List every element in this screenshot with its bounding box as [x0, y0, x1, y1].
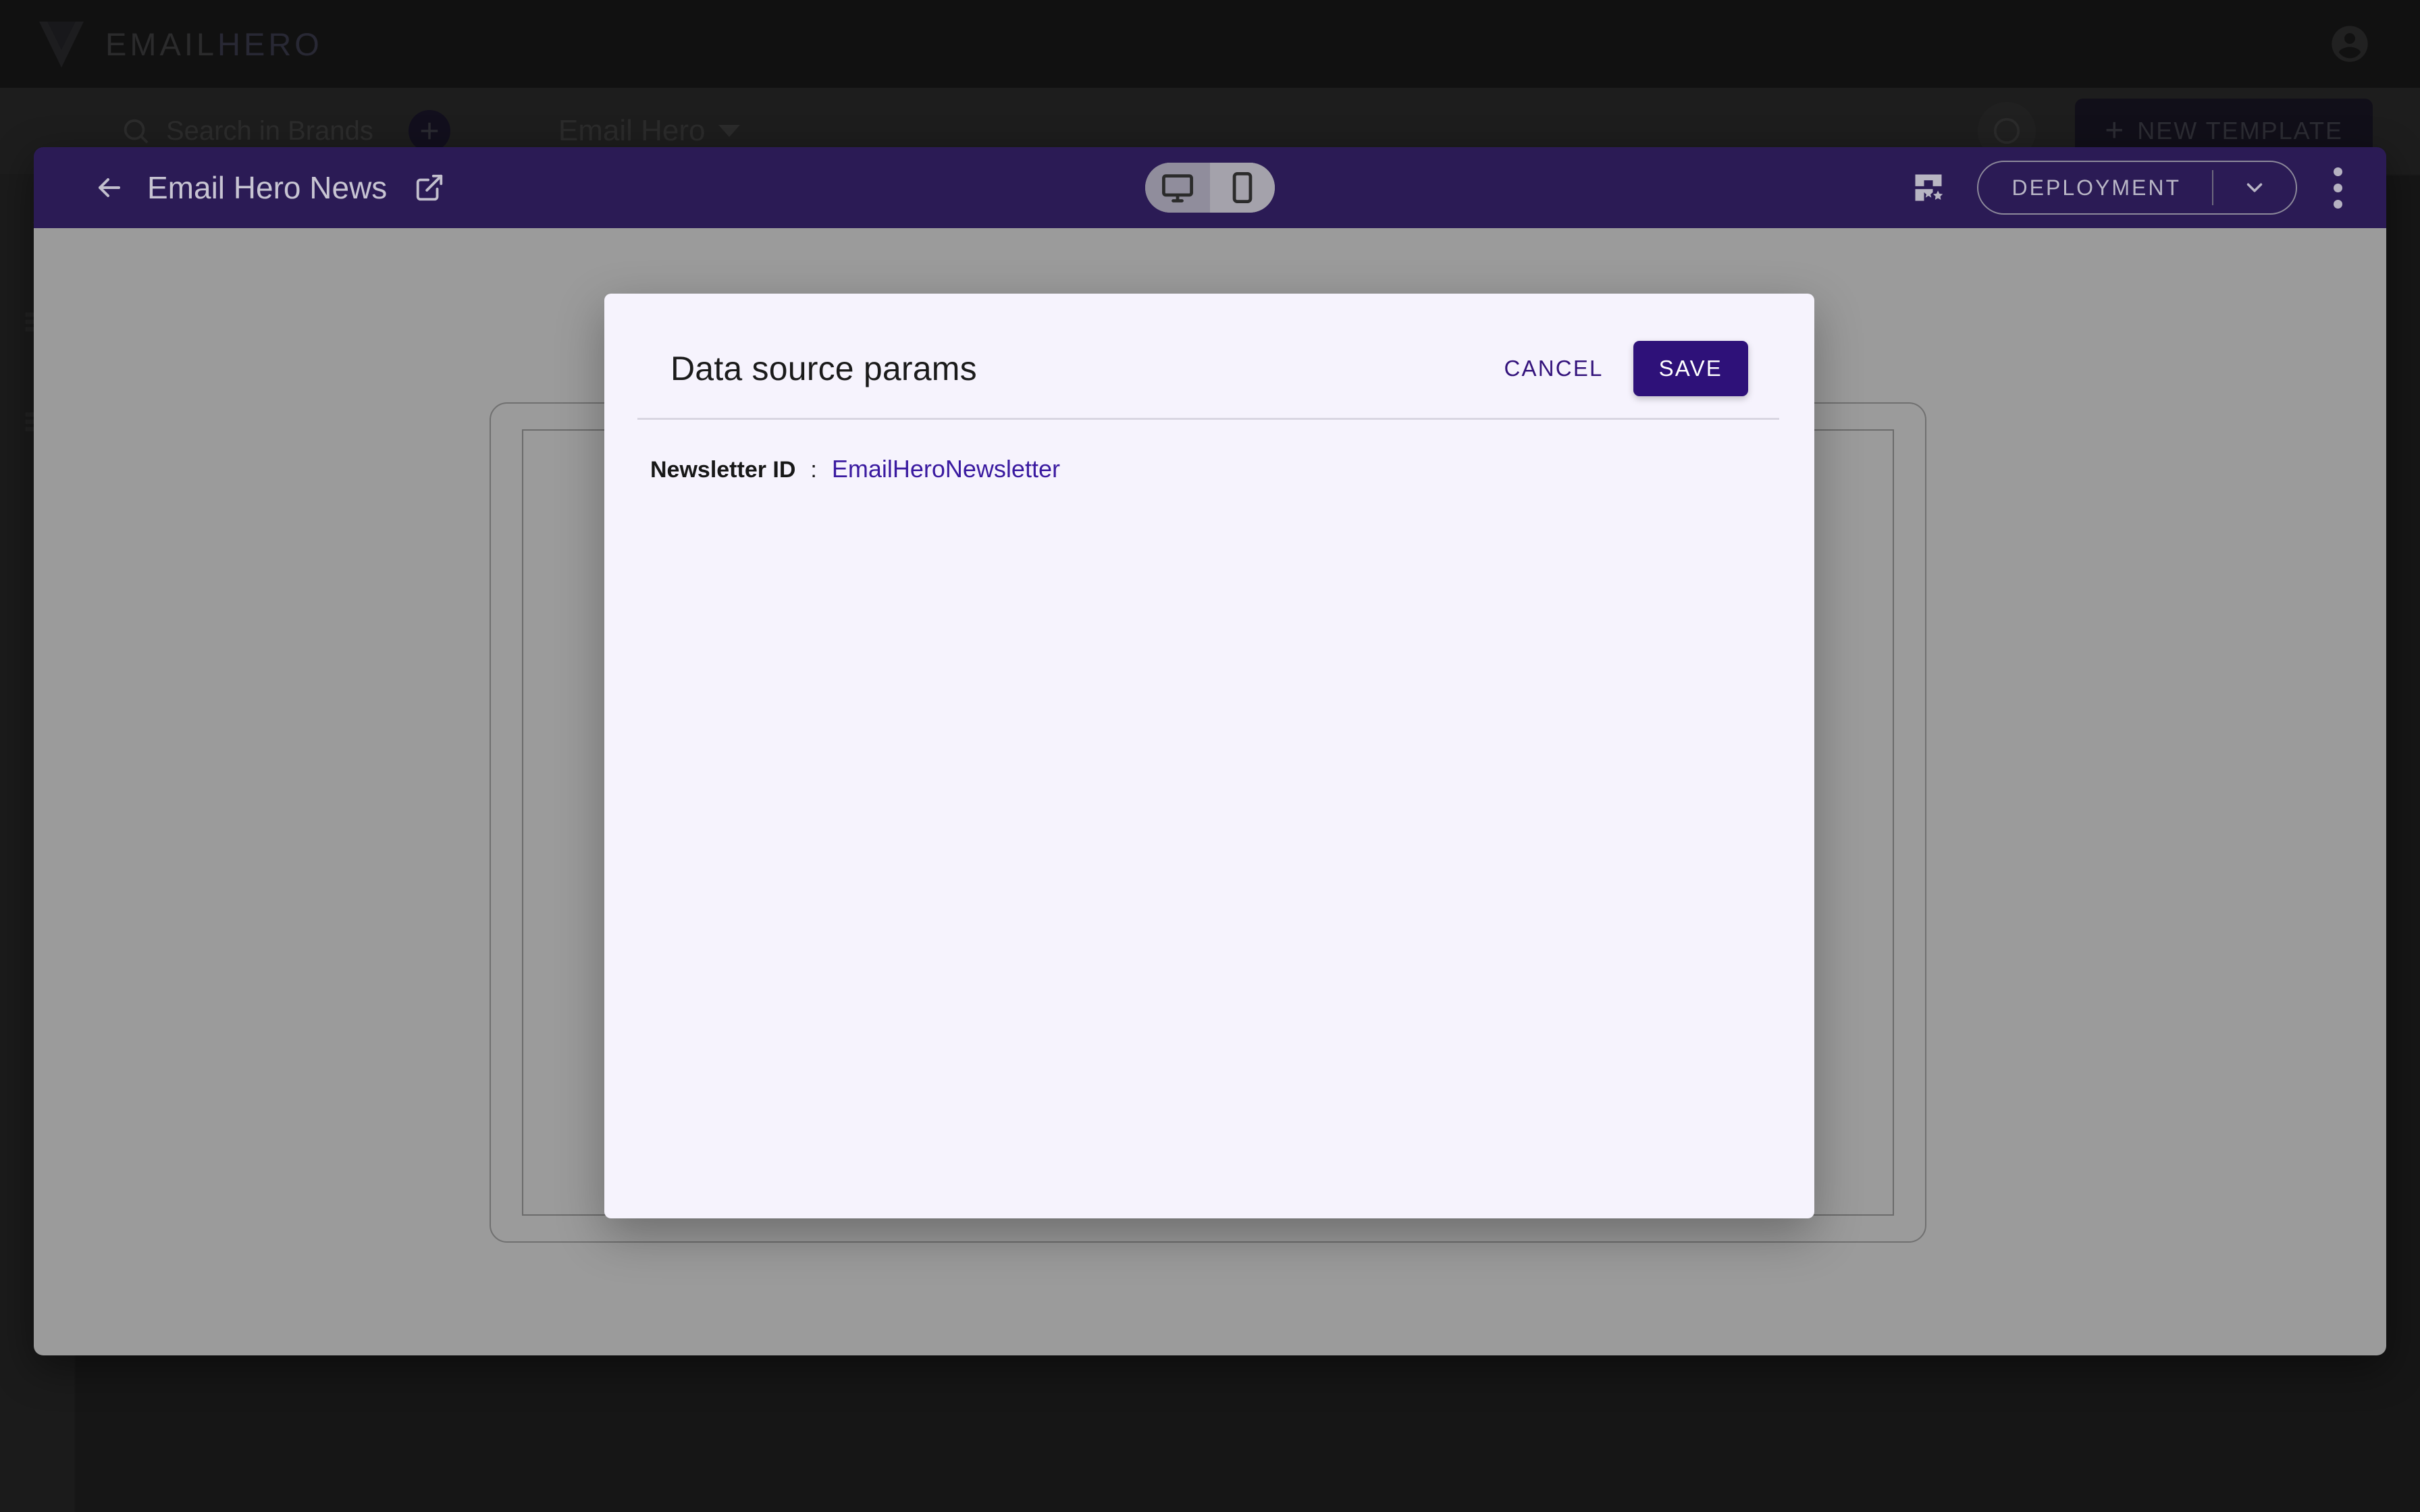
save-button[interactable]: SAVE — [1633, 341, 1748, 396]
dialog-header: Data source params CANCEL SAVE — [604, 294, 1814, 396]
dialog-body: Newsletter ID : EmailHeroNewsletter — [604, 420, 1814, 483]
param-label: Newsletter ID — [650, 457, 796, 483]
param-row: Newsletter ID : EmailHeroNewsletter — [650, 455, 1748, 483]
data-source-params-dialog: Data source params CANCEL SAVE Newslette… — [604, 294, 1814, 1218]
param-value[interactable]: EmailHeroNewsletter — [832, 455, 1060, 483]
dialog-title: Data source params — [670, 350, 977, 387]
dialog-actions: CANCEL SAVE — [1484, 341, 1748, 396]
cancel-button[interactable]: CANCEL — [1484, 341, 1624, 396]
param-separator: : — [810, 457, 817, 483]
